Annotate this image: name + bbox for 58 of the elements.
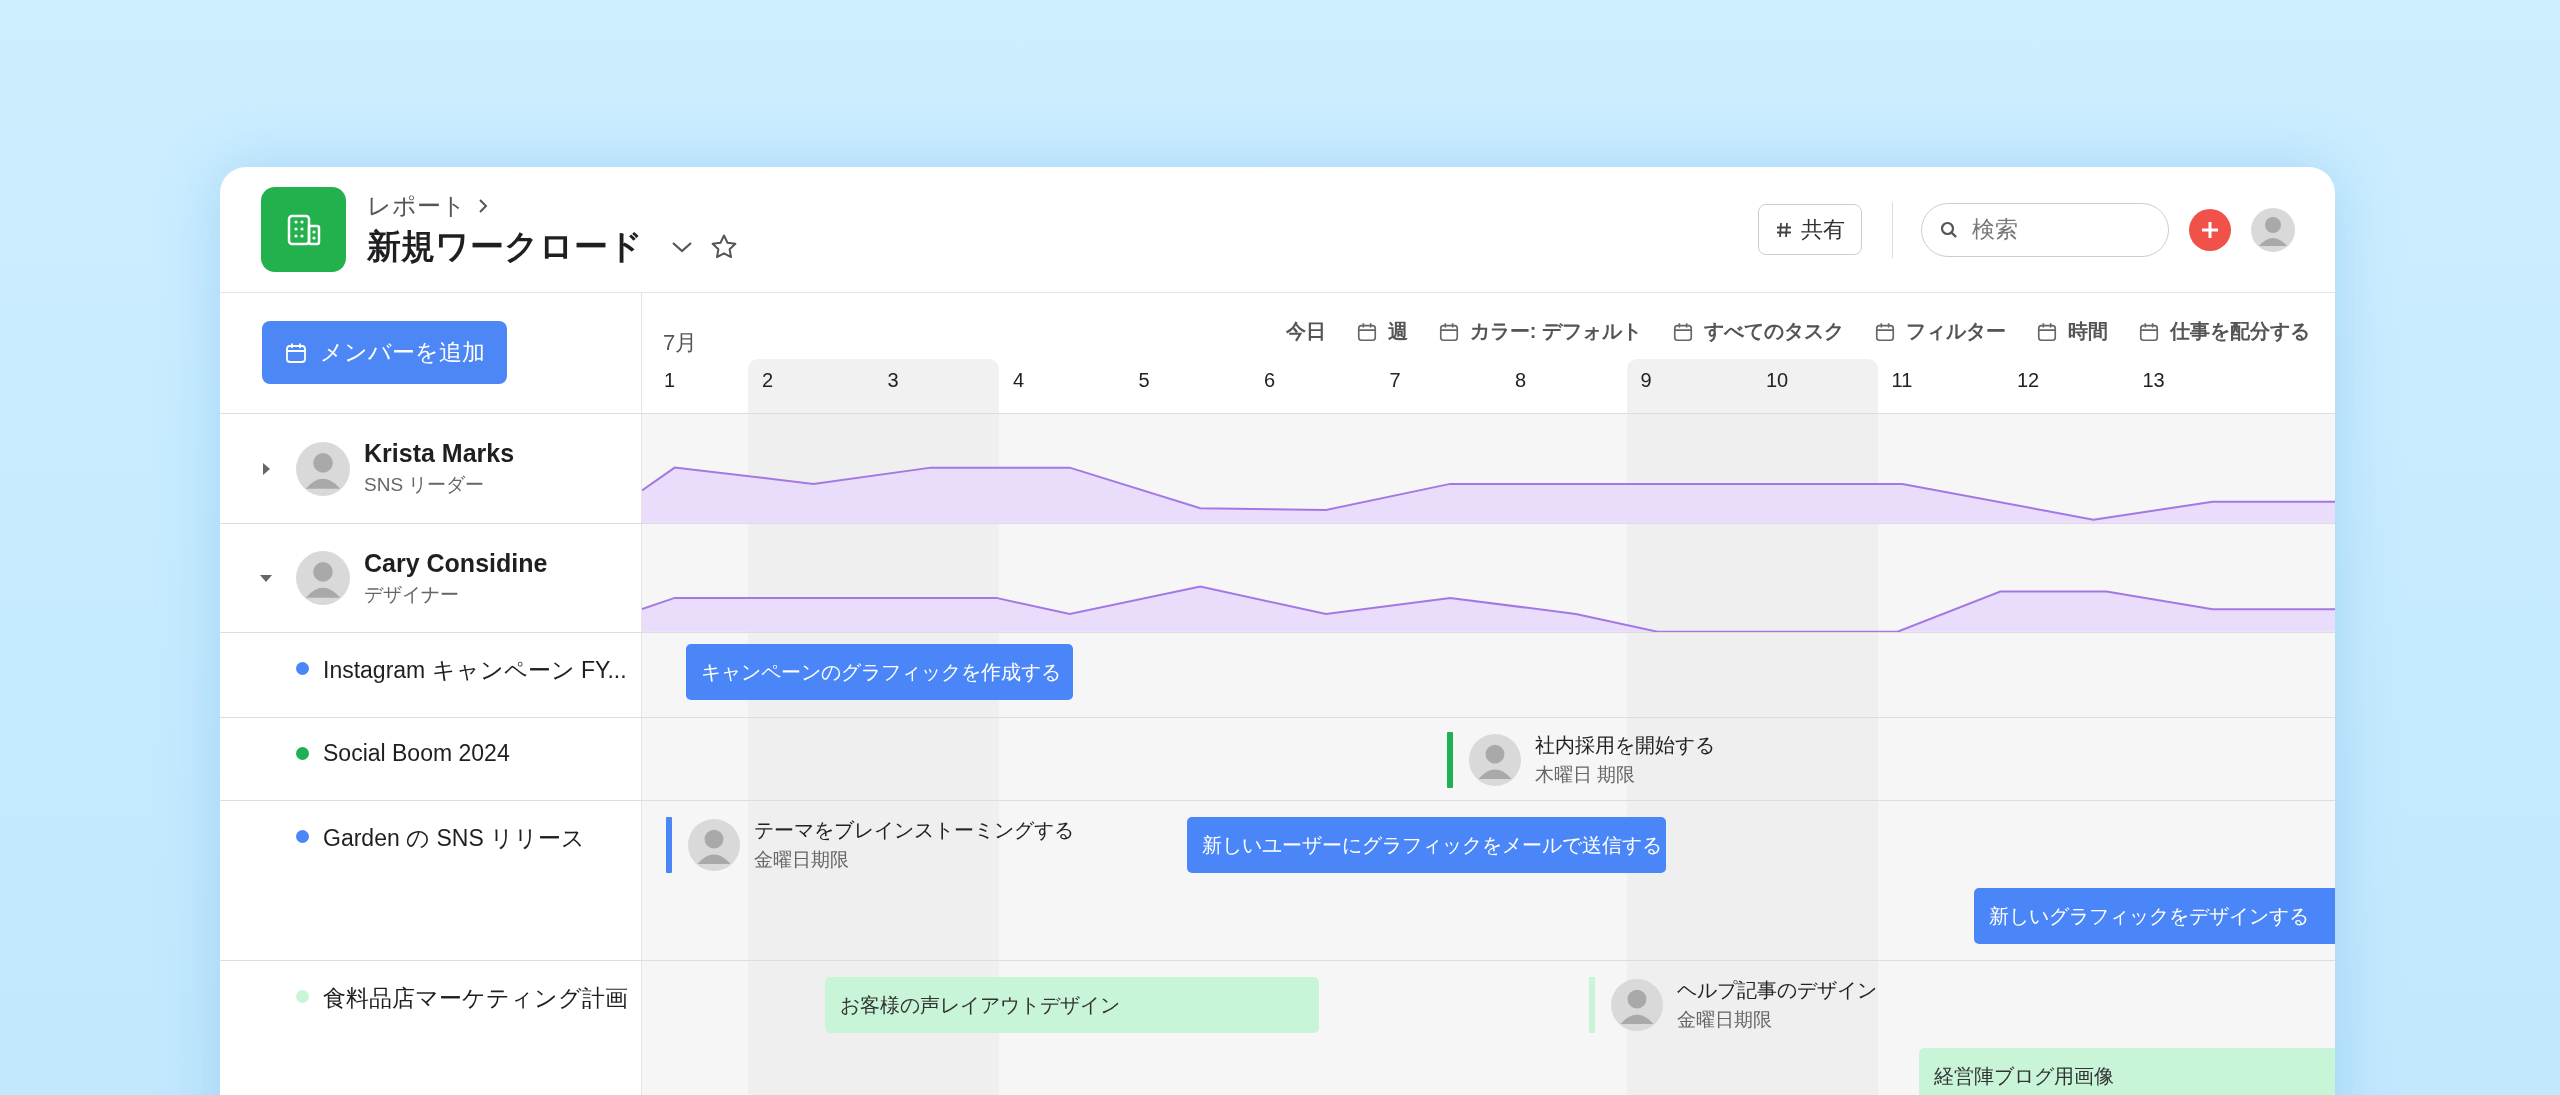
chevron-right-icon: [476, 197, 490, 214]
day-column-header: 7: [1388, 368, 1402, 393]
day-column-header: 4: [1012, 368, 1026, 393]
day-column-header: 8: [1514, 368, 1528, 393]
toolbar-button[interactable]: 仕事を配分する: [2138, 318, 2310, 345]
task-due-date: 金曜日期限: [754, 848, 850, 872]
member-avatar: [296, 551, 350, 605]
add-button[interactable]: [2189, 208, 2231, 251]
calendar-icon: [2138, 320, 2160, 343]
member-name: Krista Marks: [364, 439, 515, 468]
hash-icon: [1775, 220, 1793, 239]
calendar-icon: [1355, 320, 1378, 343]
member-role: SNS リーダー: [364, 473, 486, 497]
calendar-icon: [2036, 320, 2058, 343]
toolbar-button[interactable]: フィルター: [1874, 318, 2006, 345]
task-title[interactable]: テーマをブレインストーミングする: [754, 817, 1074, 844]
day-column-header: 6: [1263, 368, 1277, 393]
calendar-icon: [1672, 320, 1694, 343]
day-column-header: 9: [1626, 359, 1752, 413]
search-icon: [1939, 219, 1959, 240]
search-field[interactable]: 検索: [1921, 202, 2169, 257]
project-name[interactable]: Garden の SNS リリース: [323, 823, 586, 854]
toolbar-button[interactable]: 週: [1355, 318, 1408, 345]
task-bar[interactable]: 経営陣ブログ用画像: [1919, 1048, 2335, 1095]
toolbar-button[interactable]: カラー: デフォルト: [1437, 318, 1642, 345]
page-title: 新規ワークロード: [367, 225, 643, 267]
today-button[interactable]: 今日: [1285, 318, 1326, 345]
share-button[interactable]: 共有: [1758, 204, 1862, 255]
member-avatar: [296, 441, 350, 496]
milestone-marker: [1589, 977, 1595, 1033]
toolbar-button[interactable]: 時間: [2036, 318, 2108, 345]
day-column-header: 10: [1752, 359, 1878, 413]
member-name: Cary Considine: [364, 548, 548, 578]
toolbar-button[interactable]: すべてのタスク: [1672, 318, 1844, 345]
assignee-avatar: [688, 819, 740, 871]
assignee-avatar: [1611, 979, 1663, 1031]
breadcrumb-link[interactable]: レポート: [367, 189, 466, 222]
task-title[interactable]: 社内採用を開始する: [1535, 732, 1715, 759]
month-label: 7月: [663, 329, 698, 357]
task-due-date: 金曜日期限: [1677, 1008, 1773, 1032]
day-column-header: 3: [873, 359, 999, 413]
milestone-marker: [666, 817, 672, 873]
calendar-icon: [1437, 320, 1460, 343]
day-column-header: 11: [1890, 368, 1914, 393]
member-role: デザイナー: [364, 582, 460, 607]
milestone-marker: [1447, 732, 1453, 788]
calendar-icon: [1874, 320, 1896, 343]
task-bar[interactable]: お客様の声レイアウトデザイン: [825, 977, 1319, 1033]
day-column-header: 1: [663, 368, 677, 393]
day-column-header: 12: [2016, 368, 2041, 393]
task-due-date: 木曜日 期限: [1535, 763, 1637, 787]
task-title[interactable]: ヘルプ記事のデザイン: [1677, 977, 1877, 1004]
day-column-header: 2: [748, 359, 874, 413]
assignee-avatar: [1469, 734, 1521, 786]
day-column-header: 5: [1137, 368, 1151, 393]
project-name[interactable]: 食料品店マーケティング計画: [323, 983, 628, 1014]
project-name[interactable]: Social Boom 2024: [323, 740, 510, 767]
day-column-header: 13: [2141, 368, 2166, 393]
